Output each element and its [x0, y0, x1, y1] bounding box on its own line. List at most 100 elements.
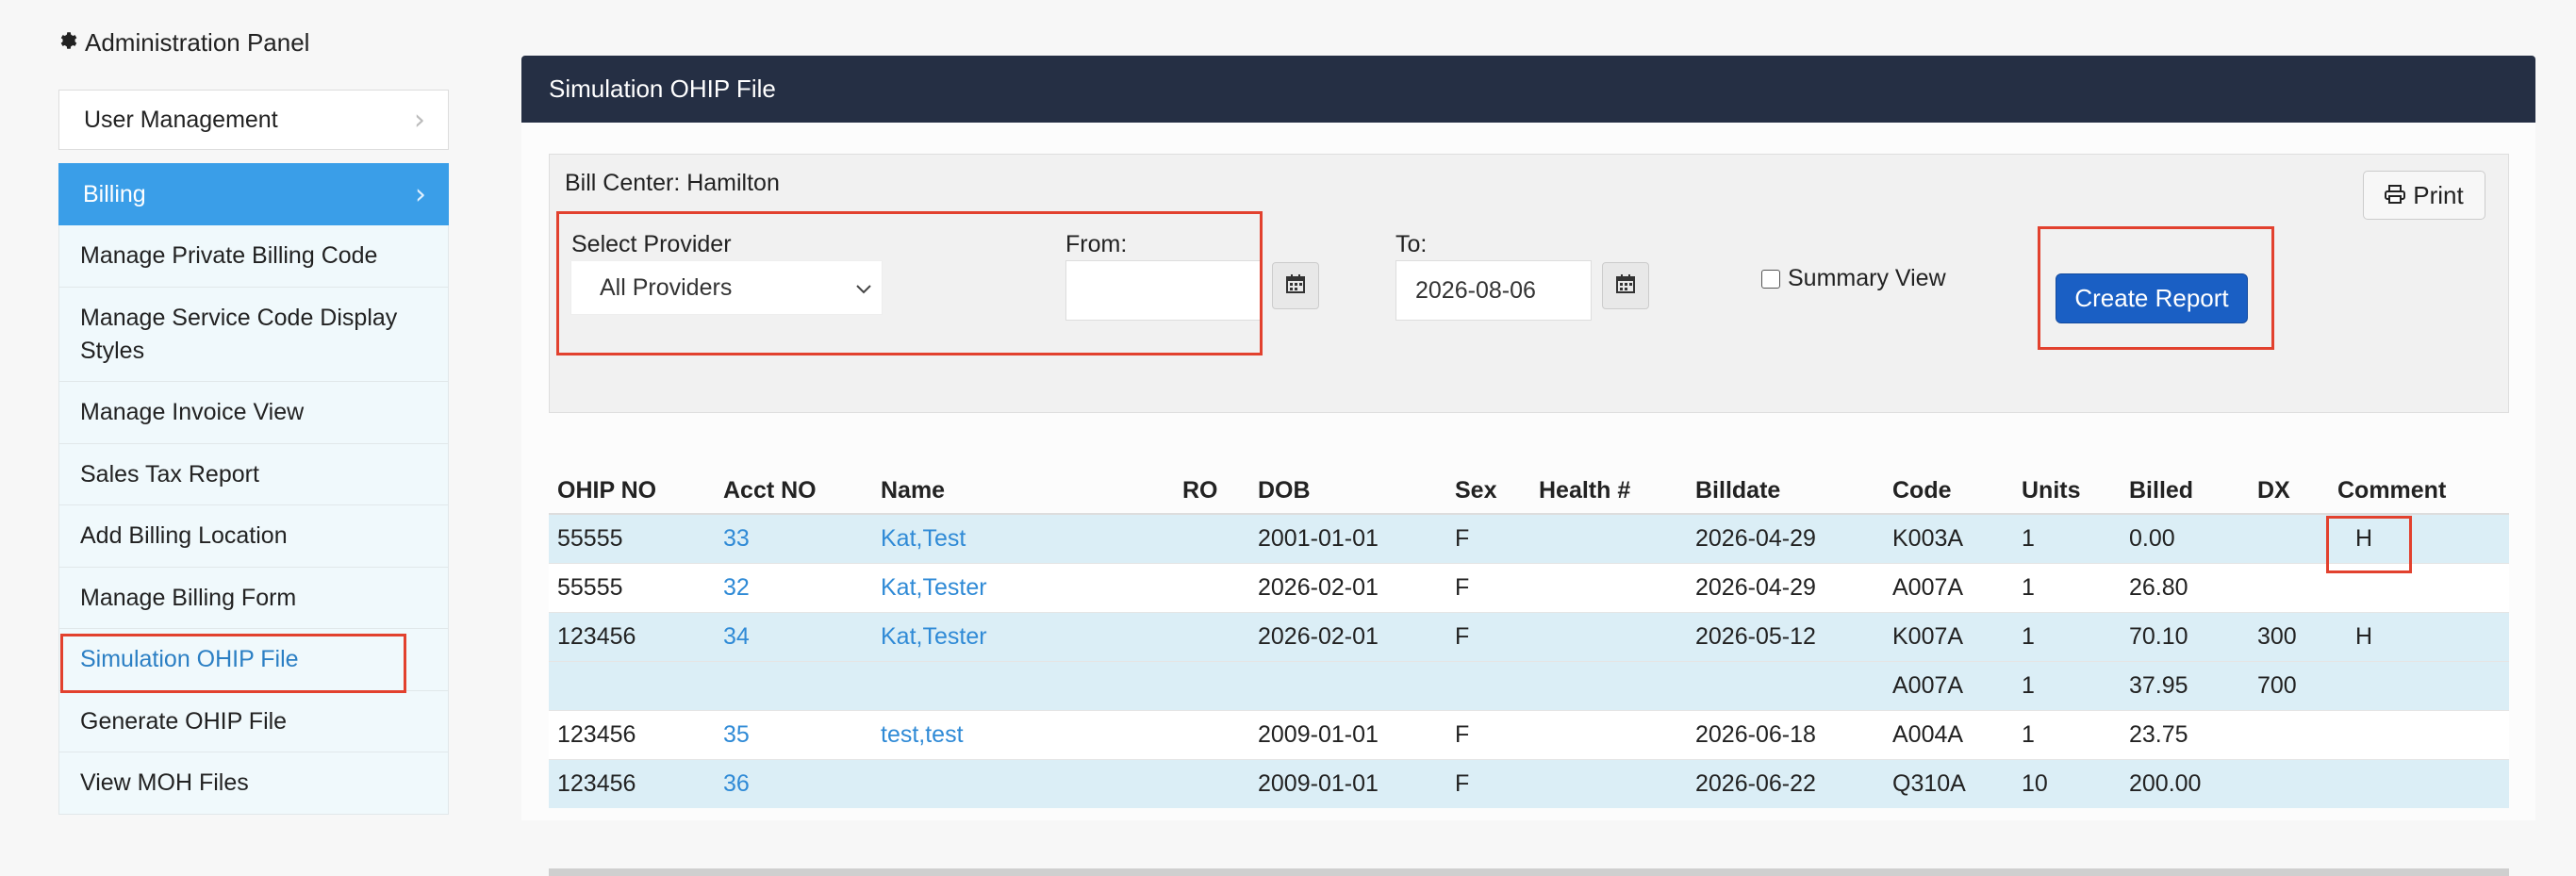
acct-no-cell: [715, 661, 872, 711]
sidebar-item-manage-billing-form[interactable]: Manage Billing Form: [58, 568, 449, 629]
chevron-down-icon: [855, 274, 872, 302]
column-header: Units: [2013, 468, 2121, 515]
sidebar-item-label: Generate OHIP File: [80, 707, 288, 735]
to-date-input[interactable]: 2026-08-06: [1395, 260, 1592, 321]
units-cell: 1: [2013, 513, 2121, 564]
acct-no-link[interactable]: 33: [723, 525, 750, 552]
from-calendar-button[interactable]: [1272, 262, 1319, 309]
nav-user-management-label: User Management: [84, 106, 278, 133]
provider-select[interactable]: All Providers: [570, 260, 883, 315]
ohip-no-cell: 123456: [549, 710, 715, 760]
table-row: 55555 33 Kat,Test 2001-01-01 F 2026-04-2…: [549, 513, 2509, 564]
ro-cell: [1174, 612, 1249, 662]
nav-billing-label: Billing: [83, 180, 146, 207]
units-cell: 10: [2013, 759, 2121, 808]
sex-cell: F: [1446, 759, 1530, 808]
filter-form: Bill Center: Hamilton Select Provider Al…: [549, 154, 2509, 413]
sex-cell: F: [1446, 513, 1530, 564]
acct-no-link[interactable]: 34: [723, 623, 750, 650]
comment-cell: H: [2329, 513, 2509, 564]
column-header: Name: [872, 468, 1174, 515]
printer-icon: [2385, 181, 2406, 210]
health-no-cell: [1530, 661, 1687, 711]
health-no-cell: [1530, 513, 1687, 564]
create-report-button[interactable]: Create Report: [2056, 273, 2248, 323]
table-row: A007A 1 37.95 700: [549, 661, 2509, 711]
sidebar-item-label: Simulation OHIP File: [80, 646, 299, 672]
print-label: Print: [2413, 180, 2464, 209]
sidebar-item-view-moh-files[interactable]: View MOH Files: [58, 752, 449, 815]
gear-icon: [57, 28, 77, 58]
sidebar-item-label: View MOH Files: [80, 769, 249, 796]
table-row: 123456 34 Kat,Tester 2026-02-01 F 2026-0…: [549, 612, 2509, 662]
ro-cell: [1174, 661, 1249, 711]
billdate-cell: 2026-04-29: [1687, 513, 1884, 564]
table-row: 123456 36 2009-01-01 F 2026-06-22 Q310A …: [549, 759, 2509, 808]
name-cell: test,test: [872, 710, 1174, 760]
to-calendar-button[interactable]: [1602, 262, 1649, 309]
calendar-icon: [1285, 273, 1306, 299]
name-cell: Kat,Tester: [872, 563, 1174, 613]
nav-billing[interactable]: Billing ›: [58, 163, 449, 225]
sidebar-item-manage-private-billing-code[interactable]: Manage Private Billing Code: [58, 225, 449, 288]
health-no-cell: [1530, 759, 1687, 808]
sidebar-item-simulation-ohip-file[interactable]: Simulation OHIP File: [58, 629, 449, 691]
units-cell: 1: [2013, 563, 2121, 613]
code-cell: A004A: [1884, 710, 2013, 760]
acct-no-link[interactable]: 35: [723, 721, 750, 748]
column-header: RO: [1174, 468, 1249, 515]
column-header: Code: [1884, 468, 2013, 515]
billed-cell: 70.10: [2121, 612, 2249, 662]
admin-panel-label: Administration Panel: [85, 28, 310, 57]
summary-view-toggle[interactable]: Summary View: [1761, 265, 1946, 292]
page-title-label: Simulation OHIP File: [549, 74, 776, 103]
dx-cell: [2249, 710, 2329, 760]
name-cell: [872, 661, 1174, 711]
sidebar-item-generate-ohip-file[interactable]: Generate OHIP File: [58, 691, 449, 752]
page-title: Simulation OHIP File: [521, 56, 2535, 123]
sidebar-item-label: Manage Billing Form: [80, 584, 297, 611]
column-header: Sex: [1446, 468, 1530, 515]
from-date-input[interactable]: [1065, 260, 1262, 321]
patient-name-link[interactable]: Kat,Tester: [881, 574, 987, 601]
acct-no-link[interactable]: 36: [723, 770, 750, 797]
ohip-no-cell: 55555: [549, 513, 715, 564]
print-button[interactable]: Print: [2363, 171, 2485, 220]
column-header: OHIP NO: [549, 468, 715, 515]
billed-cell: 200.00: [2121, 759, 2249, 808]
sidebar-item-add-billing-location[interactable]: Add Billing Location: [58, 505, 449, 568]
acct-no-link[interactable]: 32: [723, 574, 750, 601]
sex-cell: F: [1446, 612, 1530, 662]
billdate-cell: 2026-04-29: [1687, 563, 1884, 613]
acct-no-cell: 36: [715, 759, 872, 808]
acct-no-cell: 34: [715, 612, 872, 662]
billdate-cell: 2026-05-12: [1687, 612, 1884, 662]
ohip-no-cell: 123456: [549, 612, 715, 662]
dx-cell: [2249, 759, 2329, 808]
billed-cell: 26.80: [2121, 563, 2249, 613]
acct-no-cell: 33: [715, 513, 872, 564]
nav-user-management[interactable]: User Management ›: [58, 90, 449, 150]
patient-name-link[interactable]: Kat,Test: [881, 525, 966, 552]
patient-name-link[interactable]: test,test: [881, 721, 964, 748]
billed-cell: 0.00: [2121, 513, 2249, 564]
sidebar-item-manage-invoice-view[interactable]: Manage Invoice View: [58, 382, 449, 444]
patient-name-link[interactable]: Kat,Tester: [881, 623, 987, 650]
name-cell: Kat,Tester: [872, 612, 1174, 662]
ohip-no-cell: 55555: [549, 563, 715, 613]
sidebar-item-manage-service-code-display-styles[interactable]: Manage Service Code Display Styles: [58, 288, 449, 382]
sidebar-item-sales-tax-report[interactable]: Sales Tax Report: [58, 444, 449, 505]
ro-cell: [1174, 759, 1249, 808]
acct-no-cell: 32: [715, 563, 872, 613]
dob-cell: 2009-01-01: [1249, 710, 1446, 760]
dob-cell: 2001-01-01: [1249, 513, 1446, 564]
dob-cell: 2009-01-01: [1249, 759, 1446, 808]
sex-cell: F: [1446, 710, 1530, 760]
table-row: 123456 35 test,test 2009-01-01 F 2026-06…: [549, 710, 2509, 760]
billed-cell: 37.95: [2121, 661, 2249, 711]
sidebar-item-label: Add Billing Location: [80, 522, 288, 549]
summary-view-checkbox[interactable]: [1761, 269, 1780, 289]
results-table: OHIP NO Acct NO Name RO DOB Sex Health #…: [549, 468, 2509, 808]
dx-cell: 700: [2249, 661, 2329, 711]
dob-cell: 2026-02-01: [1249, 563, 1446, 613]
